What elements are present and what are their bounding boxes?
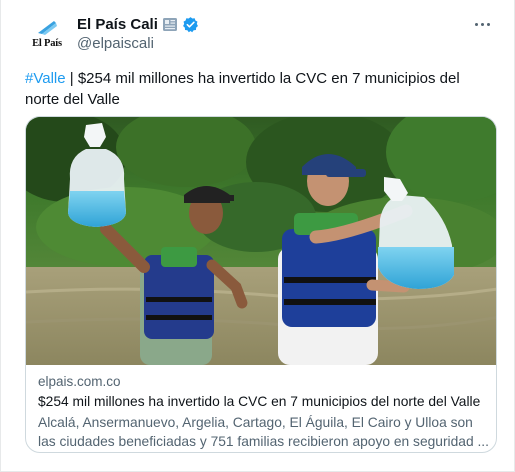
card-description: Alcalá, Ansermanuevo, Argelia, Cartago, …: [38, 415, 489, 449]
verified-badge-icon: [182, 17, 198, 33]
card-title[interactable]: $254 mil millones ha invertido la CVC en…: [38, 394, 488, 409]
name-row: El País Cali: [77, 16, 199, 33]
tweet-body: | $254 mil millones ha invertido la CVC …: [25, 70, 460, 108]
handle[interactable]: @elpaiscali: [77, 35, 154, 52]
newspaper-icon: [162, 18, 177, 31]
link-preview-card[interactable]: elpais.com.co $254 mil millones ha inver…: [25, 116, 497, 453]
logo-text: El País: [32, 37, 62, 49]
dot-icon: [486, 22, 490, 26]
tweet-text: #Valle | $254 mil millones ha invertido …: [25, 68, 495, 110]
article-photo[interactable]: [26, 117, 497, 365]
tweet-card[interactable]: El País El País Cali @elpaiscali #Valle …: [0, 0, 515, 472]
dot-icon: [480, 22, 484, 26]
dot-icon: [474, 22, 478, 26]
hashtag-link[interactable]: #Valle: [25, 70, 66, 87]
avatar[interactable]: El País: [25, 12, 69, 56]
display-name[interactable]: El País Cali: [77, 16, 158, 33]
card-domain: elpais.com.co: [38, 374, 121, 389]
more-options-button[interactable]: [470, 14, 494, 34]
el-pais-logo-icon: [38, 20, 57, 35]
